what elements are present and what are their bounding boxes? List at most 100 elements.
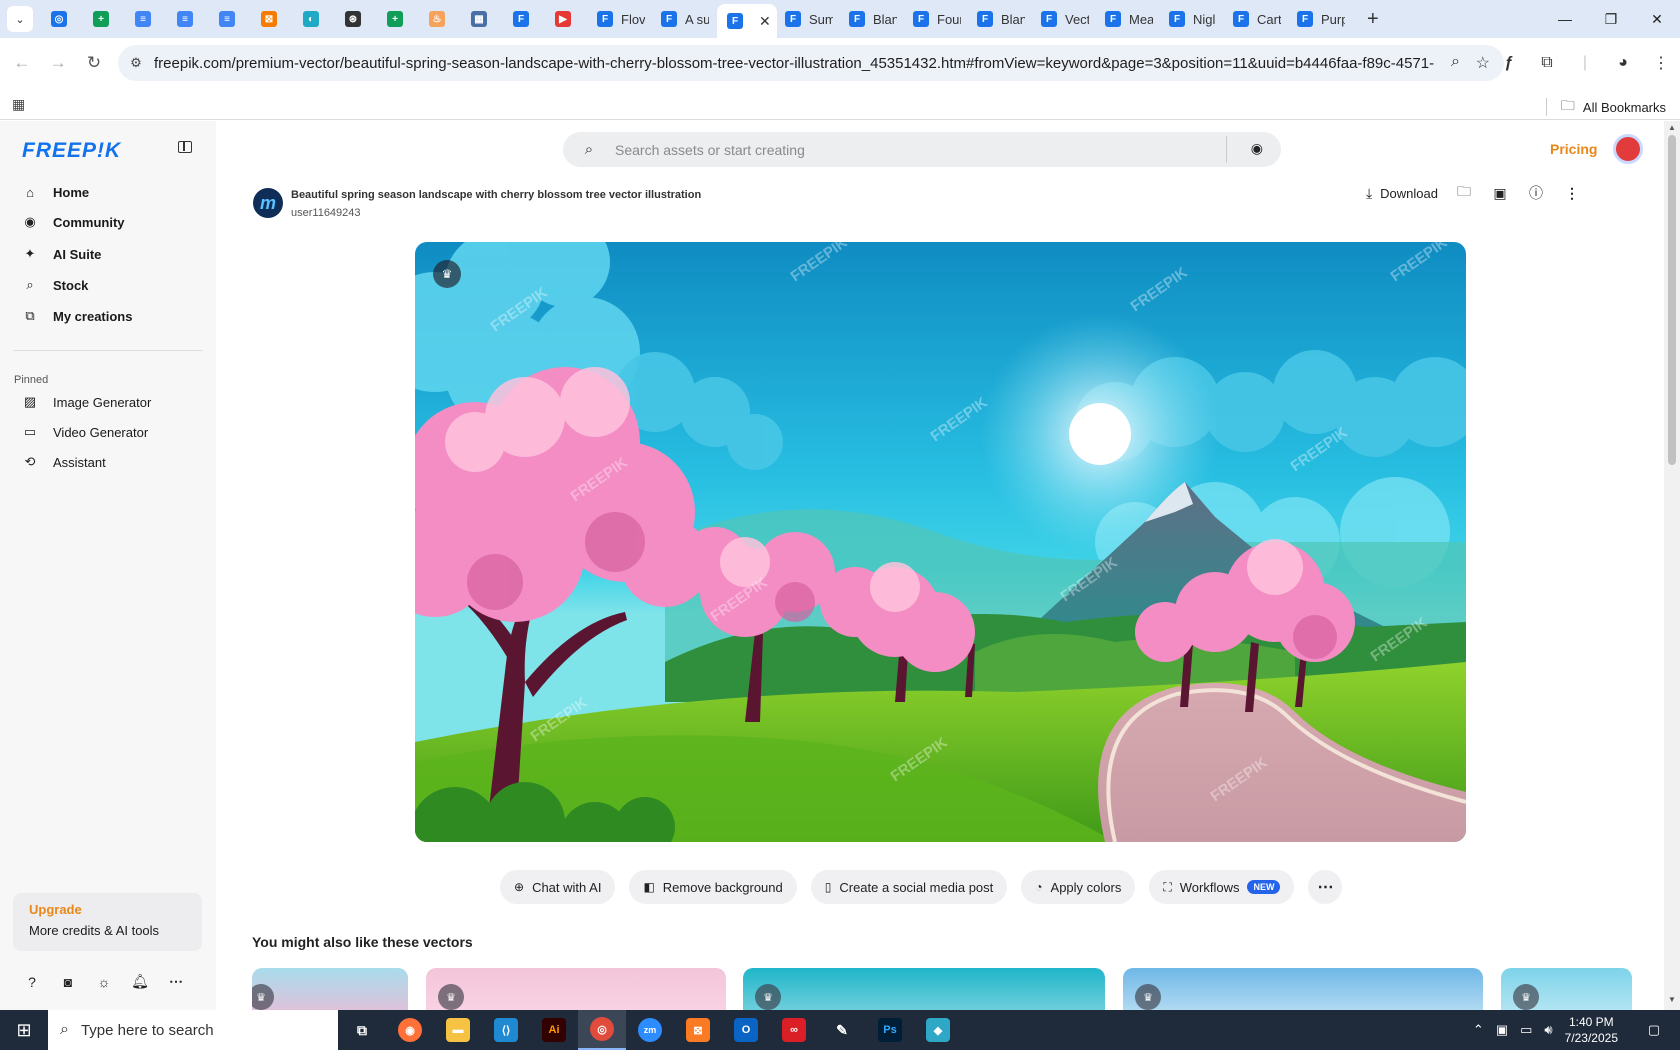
- browser-tab[interactable]: ◐: [295, 4, 337, 34]
- xampp-icon[interactable]: ⊠: [674, 1010, 722, 1050]
- search-bar[interactable]: ⌕ Search assets or start creating ◉: [563, 132, 1281, 167]
- scroll-up-arrow[interactable]: ▲: [1668, 123, 1676, 132]
- extension-icon[interactable]: ƒ: [1490, 54, 1528, 72]
- browser-tab[interactable]: +: [85, 4, 127, 34]
- outlook-icon[interactable]: O: [722, 1010, 770, 1050]
- scrollbar-thumb[interactable]: [1668, 135, 1676, 465]
- workflows-button[interactable]: ⛶ Workflows NEW: [1149, 870, 1295, 904]
- address-bar[interactable]: ⚙ freepik.com/premium-vector/beautiful-s…: [118, 45, 1504, 81]
- start-button[interactable]: ⊞: [0, 1010, 48, 1050]
- back-button[interactable]: ←: [4, 45, 40, 81]
- volume-icon[interactable]: 🔊︎: [1544, 1022, 1552, 1038]
- user-avatar[interactable]: [1613, 134, 1643, 164]
- notifications-bell-icon[interactable]: 🔔︎: [122, 973, 158, 990]
- edit-image-icon[interactable]: ▣: [1482, 185, 1518, 202]
- url-text[interactable]: freepik.com/premium-vector/beautiful-spr…: [154, 55, 1434, 72]
- help-icon[interactable]: ?: [14, 974, 50, 990]
- restore-button[interactable]: ❐: [1588, 0, 1634, 38]
- browser-tab[interactable]: +: [379, 4, 421, 34]
- browser-tab[interactable]: ♨: [421, 4, 463, 34]
- more-tools-button[interactable]: ⋯: [1308, 870, 1343, 904]
- scroll-down-arrow[interactable]: ▼: [1668, 995, 1676, 1004]
- browser-tab[interactable]: F Blan: [841, 4, 905, 34]
- chrome-menu-icon[interactable]: ⋮: [1642, 53, 1680, 73]
- close-tab-icon[interactable]: ✕: [759, 13, 771, 30]
- sidebar-item-image-generator[interactable]: ▨ Image Generator: [12, 387, 202, 417]
- apply-colors-button[interactable]: ◔ Apply colors: [1021, 870, 1136, 904]
- create-social-post-button[interactable]: ▯ Create a social media post: [810, 870, 1008, 904]
- zoom-icon[interactable]: zm: [626, 1010, 674, 1050]
- profile-avatar[interactable]: ◕: [1604, 54, 1642, 72]
- file-explorer-icon[interactable]: ▬: [434, 1010, 482, 1050]
- related-thumbnail[interactable]: ♛: [1123, 968, 1483, 1010]
- sidebar-item-community[interactable]: ◉ Community: [12, 207, 202, 237]
- browser-tab[interactable]: ◎: [43, 4, 85, 34]
- network-icon[interactable]: ▭: [1520, 1022, 1532, 1038]
- browser-tab[interactable]: F Vect: [1033, 4, 1097, 34]
- reload-button[interactable]: ↻: [76, 45, 112, 81]
- minimize-button[interactable]: —: [1542, 0, 1588, 38]
- taskbar-search[interactable]: ⌕ Type here to search: [48, 1010, 338, 1050]
- site-info-icon[interactable]: ⚙: [118, 55, 154, 71]
- author-name[interactable]: user11649243: [291, 207, 361, 219]
- clock[interactable]: 1:40 PM 7/23/2025: [1565, 1014, 1618, 1046]
- author-avatar[interactable]: m: [253, 188, 283, 218]
- more-actions-icon[interactable]: ⋮: [1554, 185, 1590, 202]
- related-thumbnail[interactable]: ♛: [1501, 968, 1632, 1010]
- freepik-logo[interactable]: FREEP!K: [22, 139, 121, 163]
- related-thumbnail[interactable]: ♛: [252, 968, 408, 1010]
- browser-tab[interactable]: F Purp: [1289, 4, 1353, 34]
- sidebar-item-stock[interactable]: ⌕ Stock: [12, 270, 202, 300]
- firefox-icon[interactable]: ◉: [386, 1010, 434, 1050]
- browser-tab[interactable]: F Flov: [589, 4, 653, 34]
- upgrade-card[interactable]: Upgrade More credits & AI tools: [13, 893, 202, 951]
- creative-cloud-icon[interactable]: ∞: [770, 1010, 818, 1050]
- taskbar-search-input[interactable]: Type here to search: [81, 1022, 214, 1039]
- browser-tab[interactable]: ⊛: [337, 4, 379, 34]
- browser-tab[interactable]: F Four: [905, 4, 969, 34]
- task-view-icon[interactable]: ⧉: [338, 1010, 386, 1050]
- sidebar-item-my-creations[interactable]: ⧉ My creations: [12, 301, 202, 331]
- page-scrollbar[interactable]: ▲ ▼: [1664, 121, 1680, 1010]
- browser-tab[interactable]: ≡: [127, 4, 169, 34]
- browser-tab-active[interactable]: F ✕: [717, 4, 777, 38]
- theme-sun-icon[interactable]: ☼: [86, 974, 122, 990]
- browser-tab[interactable]: F A su: [653, 4, 717, 34]
- camera-search-icon[interactable]: ◉: [1251, 140, 1263, 157]
- browser-tab[interactable]: F Sum: [777, 4, 841, 34]
- browser-tab[interactable]: F Mea: [1097, 4, 1161, 34]
- collapse-sidebar-icon[interactable]: [178, 141, 192, 153]
- search-input[interactable]: Search assets or start creating: [615, 142, 805, 158]
- apps-grid-icon[interactable]: ▦: [12, 96, 25, 113]
- zoom-icon[interactable]: ⌕: [1451, 53, 1460, 71]
- browser-tab[interactable]: ≡: [211, 4, 253, 34]
- pricing-link[interactable]: Pricing: [1550, 141, 1597, 157]
- pen-tool-icon[interactable]: ✎: [818, 1010, 866, 1050]
- sidebar-item-ai-suite[interactable]: ✦ AI Suite: [12, 239, 202, 269]
- sidebar-item-home[interactable]: ⌂ Home: [12, 177, 202, 207]
- browser-tab[interactable]: ≡: [169, 4, 211, 34]
- remove-background-button[interactable]: ◧ Remove background: [629, 870, 797, 904]
- photoshop-icon[interactable]: Ps: [866, 1010, 914, 1050]
- more-options-icon[interactable]: ⋯: [158, 973, 194, 990]
- info-icon[interactable]: ⓘ: [1518, 183, 1554, 203]
- browser-tab[interactable]: F: [505, 4, 547, 34]
- meet-now-icon[interactable]: ▣: [1496, 1022, 1508, 1038]
- discord-icon[interactable]: ◙: [50, 974, 86, 990]
- sidebar-item-video-generator[interactable]: ▭ Video Generator: [12, 417, 202, 447]
- save-to-collection-icon[interactable]: 🗀: [1446, 181, 1482, 205]
- all-bookmarks-button[interactable]: 🗀 All Bookmarks: [1545, 95, 1666, 119]
- new-tab-button[interactable]: +: [1367, 8, 1379, 31]
- asset-preview-image[interactable]: FREEPIK FREEPIK FREEPIK FREEPIK FREEPIK …: [415, 242, 1466, 842]
- sidebar-item-assistant[interactable]: ⟲ Assistant: [12, 447, 202, 477]
- bookmark-star-icon[interactable]: ☆: [1476, 53, 1490, 73]
- extensions-puzzle-icon[interactable]: ⧉: [1528, 54, 1566, 72]
- close-window-button[interactable]: ✕: [1634, 0, 1680, 38]
- browser-tab[interactable]: F Nigl: [1161, 4, 1225, 34]
- vscode-icon[interactable]: ⟨⟩: [482, 1010, 530, 1050]
- chrome-icon[interactable]: ◎: [578, 1010, 626, 1050]
- browser-tab[interactable]: ⊠: [253, 4, 295, 34]
- chat-with-ai-button[interactable]: ⊕ Chat with AI: [500, 870, 616, 904]
- download-button[interactable]: ⤓ Download: [1366, 185, 1438, 202]
- notification-center-icon[interactable]: ▢: [1634, 1022, 1674, 1038]
